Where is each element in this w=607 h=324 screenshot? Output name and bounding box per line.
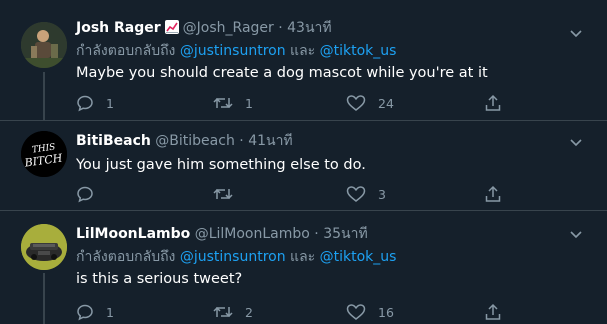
display-name[interactable]: BitiBeach	[76, 133, 151, 149]
replying-prefix: กำลังตอบกลับถึง	[76, 249, 176, 265]
retweet-count: 1	[245, 95, 253, 111]
avatar[interactable]	[21, 224, 67, 270]
conjunction: และ	[290, 249, 316, 265]
share-button[interactable]	[484, 93, 502, 113]
tweet-content: BitiBeach @Bitibeach · 41นาที You just g…	[76, 131, 567, 175]
tweet-text: Maybe you should create a dog mascot whi…	[76, 65, 488, 81]
tweet-header: BitiBeach @Bitibeach · 41นาที	[76, 131, 567, 151]
reply-icon	[76, 303, 94, 321]
thread-line	[43, 72, 45, 120]
tweet-feed: Josh Rager @Josh_Rager · 43นาที กำลังตอบก…	[0, 0, 607, 324]
tweet-content: Josh Rager @Josh_Rager · 43นาที กำลังตอบก…	[76, 18, 567, 83]
separator: ·	[314, 226, 319, 242]
like-button[interactable]: 24	[346, 93, 394, 113]
tweet[interactable]: Josh Rager @Josh_Rager · 43นาที กำลังตอบก…	[0, 0, 607, 121]
retweet-button[interactable]: 2	[213, 302, 253, 322]
timestamp[interactable]: 41นาที	[248, 133, 292, 149]
like-count: 3	[378, 186, 386, 202]
like-count: 24	[378, 95, 394, 111]
tweet-text: is this a serious tweet?	[76, 271, 243, 287]
share-icon	[484, 94, 502, 112]
handle[interactable]: @Josh_Rager	[183, 20, 274, 36]
share-button[interactable]	[484, 302, 502, 322]
tweet-text: You just gave him something else to do.	[76, 157, 366, 173]
like-button[interactable]: 3	[346, 184, 386, 204]
reply-button[interactable]: 1	[76, 302, 114, 322]
share-icon	[484, 185, 502, 203]
mention-link[interactable]: @justinsuntron	[180, 249, 286, 265]
replying-to: กำลังตอบกลับถึง @justinsuntron และ @tikt…	[76, 247, 567, 267]
tweet[interactable]: LilMoonLambo @LilMoonLambo · 35นาที กำลั…	[0, 211, 607, 324]
retweet-icon	[213, 185, 233, 203]
tweet-header: Josh Rager @Josh_Rager · 43นาที	[76, 18, 567, 38]
chevron-down-icon[interactable]	[569, 134, 583, 148]
heart-icon	[346, 94, 366, 112]
retweet-count: 2	[245, 304, 253, 320]
timestamp[interactable]: 43นาที	[287, 20, 331, 36]
retweet-icon	[213, 303, 233, 321]
handle[interactable]: @LilMoonLambo	[195, 226, 310, 242]
chevron-down-icon[interactable]	[569, 25, 583, 39]
mention-link[interactable]: @tiktok_us	[320, 43, 397, 59]
separator: ·	[239, 133, 244, 149]
heart-icon	[346, 303, 366, 321]
display-name[interactable]: LilMoonLambo	[76, 226, 190, 242]
like-button[interactable]: 16	[346, 302, 394, 322]
tweet-content: LilMoonLambo @LilMoonLambo · 35นาที กำลั…	[76, 224, 567, 289]
retweet-button[interactable]: 1	[213, 93, 253, 113]
reply-icon	[76, 185, 94, 203]
tweet-header: LilMoonLambo @LilMoonLambo · 35นาที	[76, 224, 567, 244]
tweet[interactable]: THIS BITCH BitiBeach @Bitibeach · 41นาที…	[0, 121, 607, 211]
reply-button[interactable]: 1	[76, 93, 114, 113]
separator: ·	[278, 20, 283, 36]
replying-to: กำลังตอบกลับถึง @justinsuntron และ @tikt…	[76, 41, 567, 61]
mention-link[interactable]: @tiktok_us	[320, 249, 397, 265]
handle[interactable]: @Bitibeach	[155, 133, 235, 149]
conjunction: และ	[290, 43, 316, 59]
retweet-icon	[213, 94, 233, 112]
avatar[interactable]: THIS BITCH	[21, 131, 67, 177]
chart-increasing-icon	[164, 20, 179, 34]
retweet-button[interactable]	[213, 184, 245, 204]
mention-link[interactable]: @justinsuntron	[180, 43, 286, 59]
thread-line	[43, 273, 45, 324]
chevron-down-icon[interactable]	[569, 226, 583, 240]
share-button[interactable]	[484, 184, 502, 204]
heart-icon	[346, 185, 366, 203]
like-count: 16	[378, 304, 394, 320]
display-name[interactable]: Josh Rager	[76, 20, 161, 36]
reply-button[interactable]	[76, 184, 106, 204]
timestamp[interactable]: 35นาที	[323, 226, 367, 242]
avatar[interactable]	[21, 22, 67, 68]
reply-count: 1	[106, 95, 114, 111]
reply-icon	[76, 94, 94, 112]
reply-count: 1	[106, 304, 114, 320]
replying-prefix: กำลังตอบกลับถึง	[76, 43, 176, 59]
share-icon	[484, 303, 502, 321]
